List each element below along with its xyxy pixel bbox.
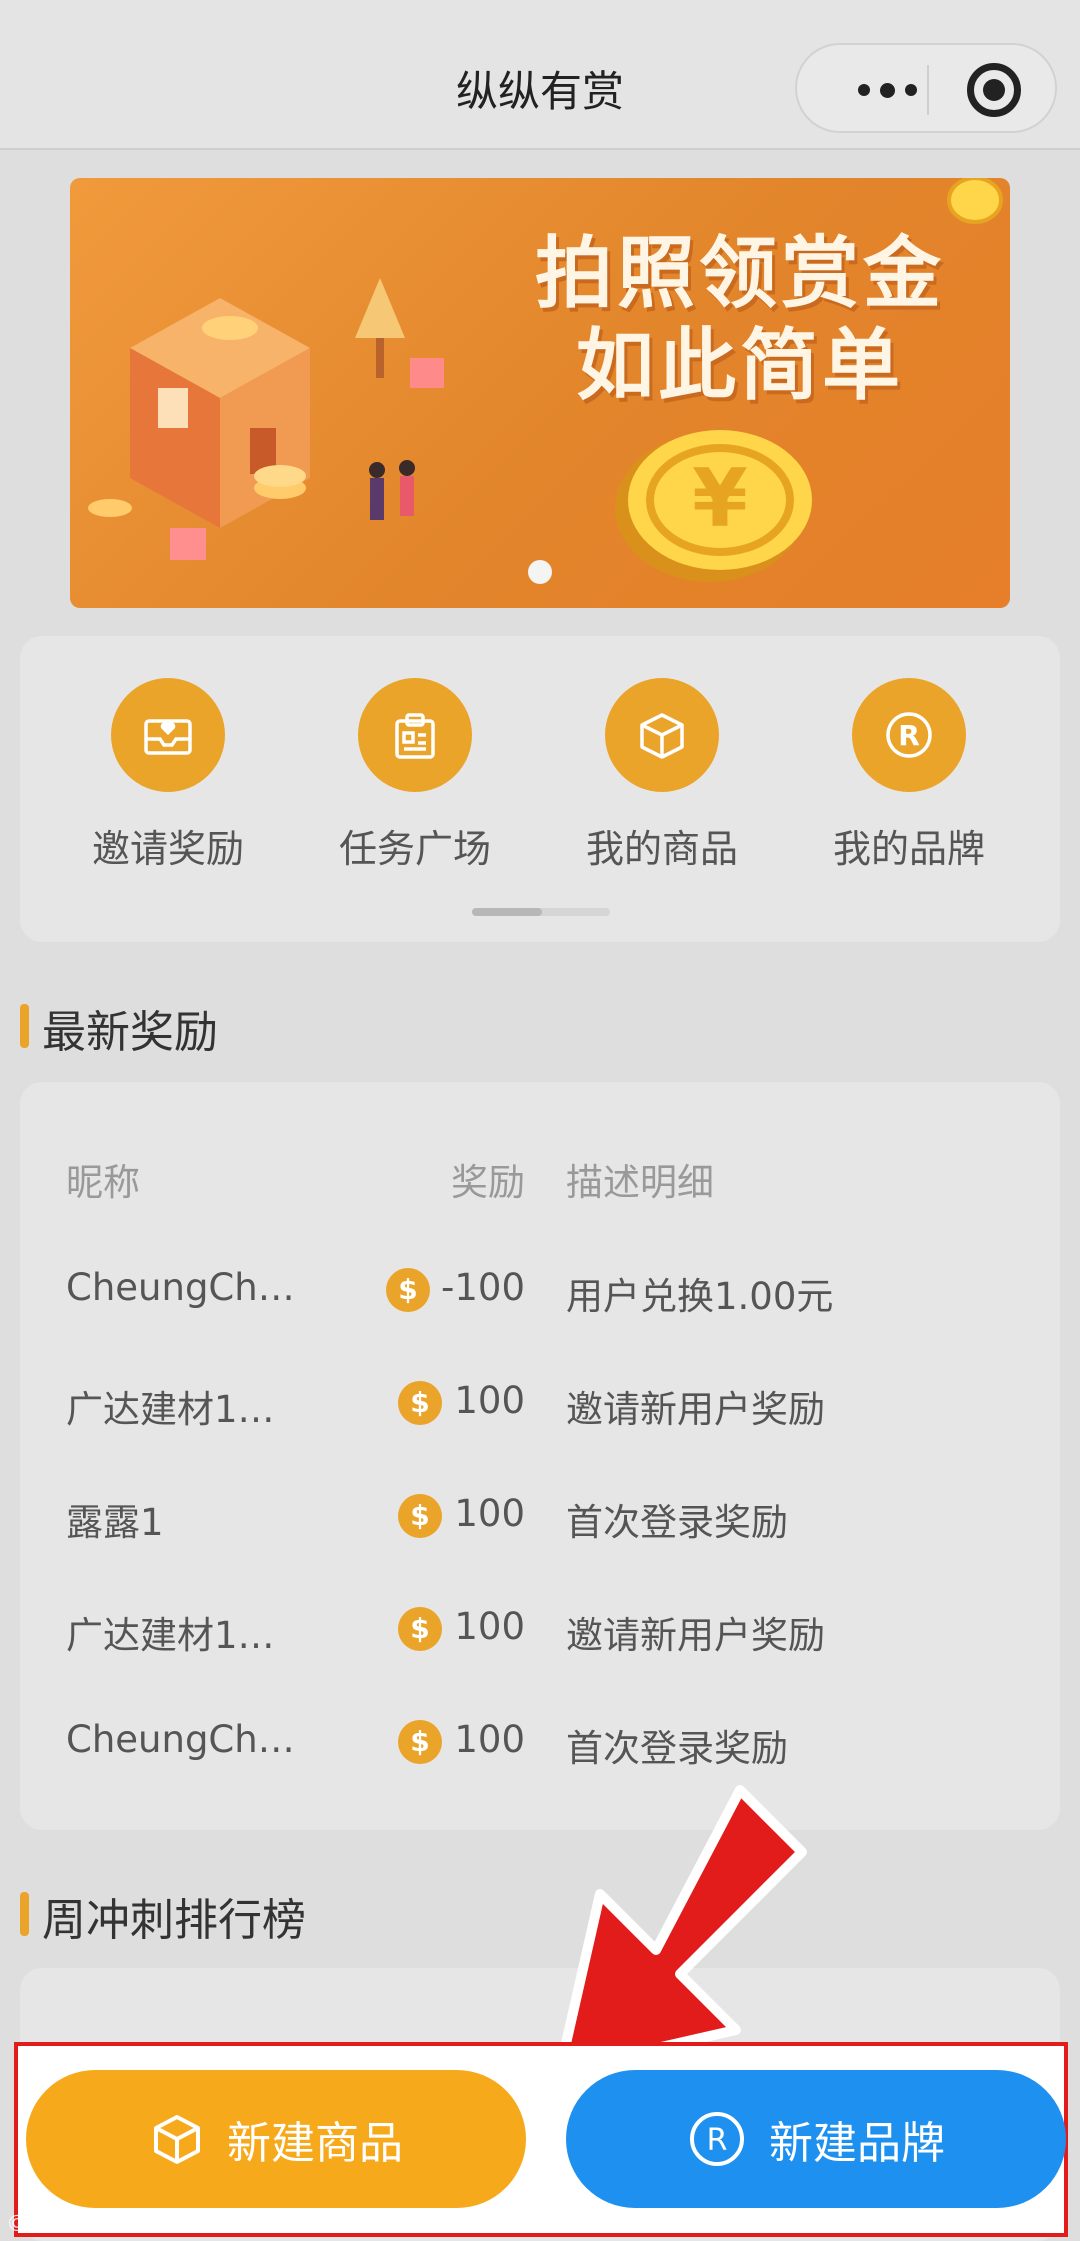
rewards-table: 昵称 奖励 描述明细 CheungCh… $ -100 用户兑换1.00元 广达… xyxy=(20,1082,1060,1830)
bottom-action-bar: 新建商品 R 新建品牌 xyxy=(14,2042,1068,2237)
row-name: 广达建材1… xyxy=(66,1388,275,1431)
menu-item-my-brand[interactable]: R 我的品牌 xyxy=(809,678,1009,873)
row-name: CheungCh… xyxy=(66,1718,295,1761)
function-menu: 邀请奖励 任务广场 我的商品 R 我的品牌 xyxy=(20,636,1060,942)
table-row: 广达建材1… $ 100 邀请新用户奖励 xyxy=(20,1599,1060,1659)
coin-icon: $ xyxy=(398,1720,442,1764)
menu-item-invite-reward[interactable]: 邀请奖励 xyxy=(68,678,268,873)
row-amount: 100 xyxy=(454,1718,525,1761)
registered-trademark-icon: R xyxy=(690,2112,744,2166)
table-row: 露露1 $ 100 首次登录奖励 xyxy=(20,1486,1060,1546)
promo-banner[interactable]: ¥ 拍照领赏金 如此简单 xyxy=(70,178,1010,608)
row-amount: 100 xyxy=(454,1492,525,1535)
menu-label-my-brand: 我的品牌 xyxy=(832,827,985,871)
mini-program-capsule xyxy=(795,43,1057,133)
banner-slogan: 拍照领赏金 如此简单 xyxy=(490,228,990,412)
new-goods-button[interactable]: 新建商品 xyxy=(26,2070,526,2208)
table-row: 广达建材1… $ 100 邀请新用户奖励 xyxy=(20,1373,1060,1433)
registered-trademark-icon: R xyxy=(852,678,966,792)
annotation-arrow xyxy=(555,1785,807,2075)
coin-icon: $ xyxy=(398,1381,442,1425)
watermark: © 大数跨境 xyxy=(6,2212,123,2237)
row-desc: 首次登录奖励 xyxy=(566,1501,788,1544)
svg-text:R: R xyxy=(898,719,920,752)
header-name: 昵称 xyxy=(66,1161,140,1204)
menu-label-invite-reward: 邀请奖励 xyxy=(91,827,244,871)
row-name: CheungCh… xyxy=(66,1266,295,1309)
menu-item-my-goods[interactable]: 我的商品 xyxy=(562,678,762,873)
menu-label-my-goods: 我的商品 xyxy=(585,827,738,871)
table-row: CheungCh… $ 100 首次登录奖励 xyxy=(20,1712,1060,1772)
banner-slogan-line2: 如此简单 xyxy=(575,321,904,411)
table-row: CheungCh… $ -100 用户兑换1.00元 xyxy=(20,1260,1060,1320)
row-name: 露露1 xyxy=(66,1501,164,1544)
new-brand-button[interactable]: R 新建品牌 xyxy=(566,2070,1066,2208)
row-amount: 100 xyxy=(454,1379,525,1422)
carousel-indicator[interactable] xyxy=(528,560,552,584)
row-amount: -100 xyxy=(441,1266,525,1309)
box-icon xyxy=(154,2115,200,2164)
menu-item-task-square[interactable]: 任务广场 xyxy=(315,678,515,873)
row-name: 广达建材1… xyxy=(66,1614,275,1657)
row-desc: 邀请新用户奖励 xyxy=(566,1388,825,1431)
header-amount: 奖励 xyxy=(451,1161,525,1204)
row-desc: 邀请新用户奖励 xyxy=(566,1614,825,1657)
row-desc: 用户兑换1.00元 xyxy=(566,1275,834,1318)
capsule-divider xyxy=(927,65,929,115)
header-desc: 描述明细 xyxy=(566,1161,714,1204)
coin-icon: $ xyxy=(398,1494,442,1538)
navigation-bar: 纵纵有赏 xyxy=(0,0,1080,150)
menu-label-task-square: 任务广场 xyxy=(338,827,491,871)
row-amount: 100 xyxy=(454,1605,525,1648)
table-header: 昵称 奖励 描述明细 xyxy=(20,1146,1060,1206)
section-title-latest-rewards: 最新奖励 xyxy=(20,996,218,1060)
svg-text:R: R xyxy=(707,2123,728,2158)
banner-slogan-line1: 拍照领赏金 xyxy=(534,229,945,319)
coin-icon: $ xyxy=(398,1607,442,1651)
section-title-weekly-ranking: 周冲刺排行榜 xyxy=(20,1884,306,1948)
menu-scroll-indicator xyxy=(472,908,610,916)
row-desc: 首次登录奖励 xyxy=(566,1727,788,1770)
coin-icon: $ xyxy=(386,1268,430,1312)
new-brand-label: 新建品牌 xyxy=(769,2118,945,2169)
envelope-heart-icon xyxy=(111,678,225,792)
box-icon xyxy=(605,678,719,792)
more-icon[interactable] xyxy=(837,75,937,105)
new-goods-label: 新建商品 xyxy=(227,2118,403,2169)
svg-text:¥: ¥ xyxy=(692,452,748,545)
clipboard-icon xyxy=(358,678,472,792)
close-target-icon[interactable] xyxy=(967,63,1021,117)
